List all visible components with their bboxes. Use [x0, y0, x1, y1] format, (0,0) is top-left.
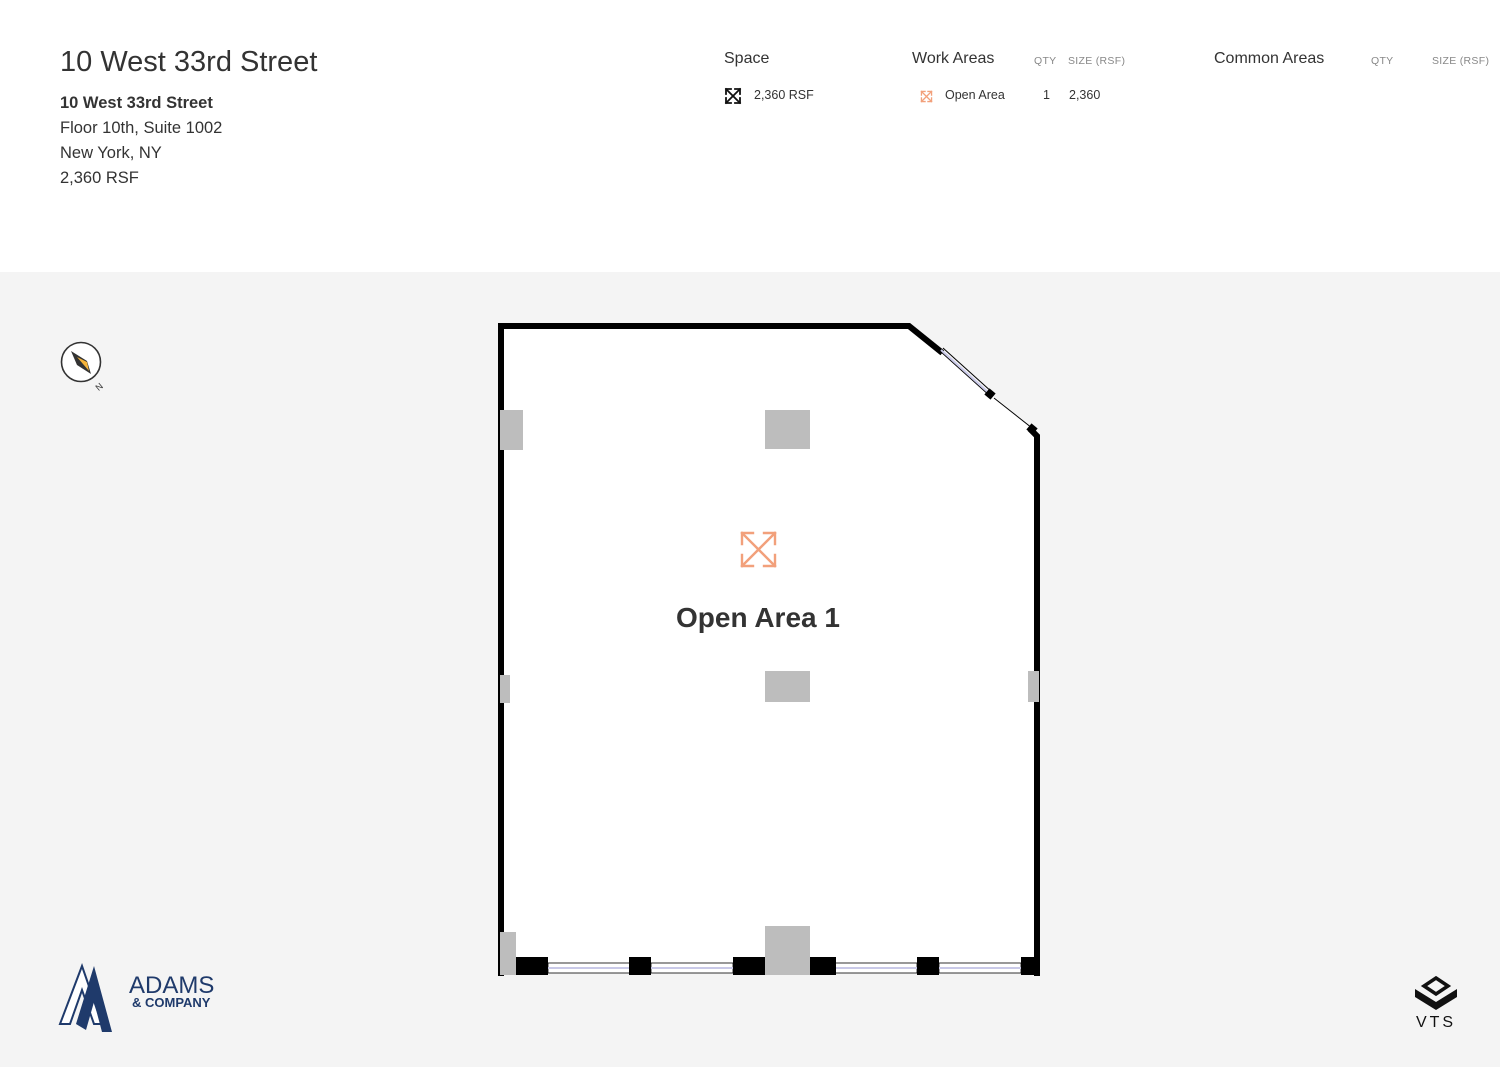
floor-plan [498, 323, 1040, 976]
company-subname: & COMPANY [132, 995, 211, 1010]
company-logo: ADAMS & COMPANY [58, 962, 233, 1039]
room-label: Open Area 1 [676, 602, 840, 633]
compass-icon: N [60, 341, 105, 393]
compass-north-label: N [93, 381, 104, 393]
vts-logo: VTS [1410, 975, 1466, 1037]
vts-label: VTS [1416, 1014, 1456, 1031]
